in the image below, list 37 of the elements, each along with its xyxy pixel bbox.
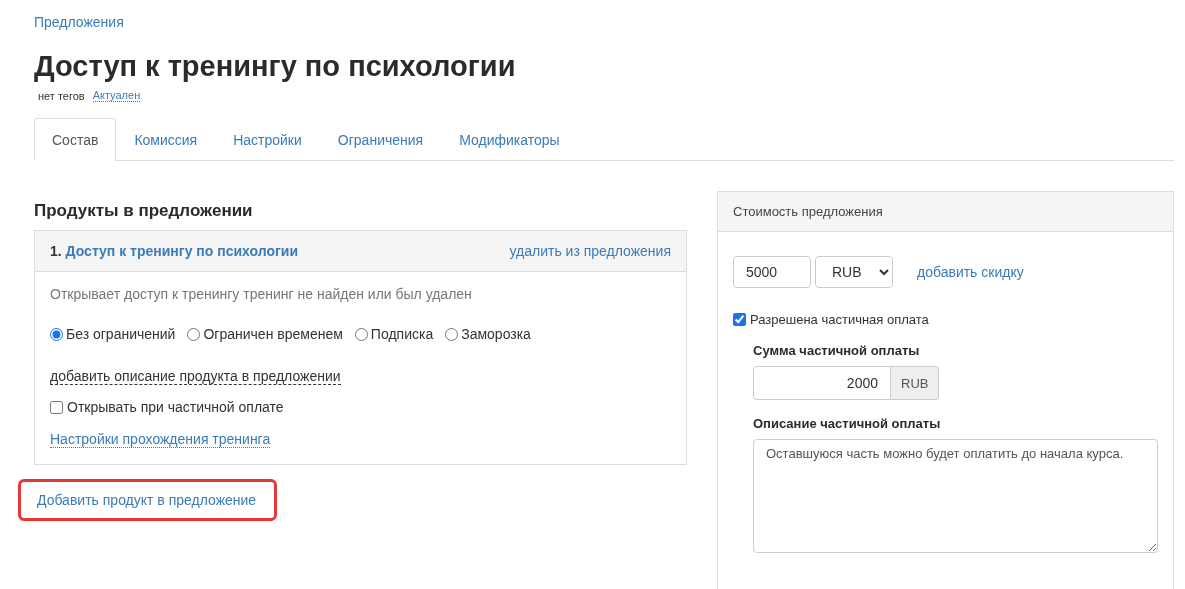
tab[interactable]: Модификаторы xyxy=(441,118,578,161)
description-field[interactable]: Оставшуюся часть можно будет оплатить до начала курса. xyxy=(753,439,1158,553)
radio-label: Подписка xyxy=(370,326,434,342)
radio-label: Без ограничений xyxy=(66,326,176,342)
section-heading: Продукты в предложении xyxy=(34,201,254,221)
checkbox[interactable] xyxy=(733,313,746,326)
radio-button[interactable] xyxy=(445,327,459,341)
radio-button[interactable] xyxy=(187,327,201,341)
radio-label: Ограничен временем xyxy=(203,326,343,342)
radio-button[interactable] xyxy=(50,327,63,341)
currency-select[interactable]: RUB xyxy=(815,256,893,288)
radio-button[interactable] xyxy=(354,327,368,341)
currency-addon: RUB xyxy=(891,366,940,400)
product-description: Открывает доступ к тренингу тренинг не найден или был удален xyxy=(50,286,472,302)
partial-amount-field[interactable]: 2000 xyxy=(753,366,891,400)
price-field[interactable]: 5000 xyxy=(733,256,811,288)
field-label: Сумма частичной оплаты xyxy=(753,343,921,358)
panel-header: Стоимость предложения xyxy=(718,192,1173,232)
product-title: 1. Доступ к тренингу по психологии xyxy=(50,243,299,259)
checkbox-label: Разрешена частичная оплата xyxy=(750,312,929,327)
checkbox-label: Открывать при частичной оплате xyxy=(67,399,284,415)
field-label: Описание частичной оплаты xyxy=(753,416,942,431)
radio-label: Заморозка xyxy=(461,326,531,342)
add-product-link[interactable]: Добавить продукт в предложение xyxy=(37,492,257,508)
page-title: Доступ к тренингу по психологии xyxy=(34,50,517,83)
tab[interactable]: Настройки xyxy=(215,118,320,161)
tab[interactable]: Ограничения xyxy=(319,118,442,161)
tab[interactable]: Состав xyxy=(34,118,117,161)
add-description-link[interactable]: добавить описание продукта в предложении xyxy=(50,368,341,385)
add-discount-link[interactable]: добавить скидку xyxy=(917,264,1024,280)
status-link[interactable]: Актуален xyxy=(92,89,141,102)
breadcrumb-link[interactable]: Предложения xyxy=(34,14,124,30)
tab[interactable]: Комиссия xyxy=(116,118,216,161)
tags-label: нет тегов xyxy=(38,89,85,102)
settings-link[interactable]: Настройки прохождения тренинга xyxy=(50,431,271,448)
remove-link[interactable]: удалить из предложения xyxy=(509,243,671,259)
checkbox[interactable] xyxy=(50,400,63,414)
